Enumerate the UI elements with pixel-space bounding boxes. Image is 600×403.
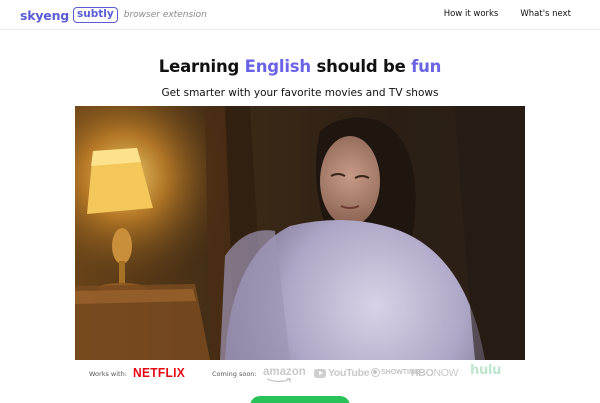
amazon-logo: amazon: [263, 366, 306, 378]
logo-product: subtly: [73, 7, 118, 23]
hero-title-start: Learning: [158, 57, 245, 76]
amazon-smile-icon: [266, 378, 292, 383]
hero-subtitle: Get smarter with your favorite movies an…: [161, 87, 439, 99]
coming-soon-label: Coming soon:: [212, 370, 257, 378]
partners-bar: Works with: NETFLIX Coming soon: amazon …: [0, 363, 600, 384]
install-button[interactable]: [250, 396, 350, 403]
hero-title: Learning English should be fun: [0, 57, 600, 76]
netflix-logo: NETFLIX: [133, 365, 186, 381]
hulu-logo: hulu: [470, 363, 502, 378]
youtube-logo: YouTube: [314, 367, 370, 379]
hero-title-end: fun: [411, 57, 442, 76]
main-nav: How it works What's next: [444, 9, 571, 19]
youtube-wordmark: YouTube: [328, 367, 370, 379]
youtube-play-icon: [314, 368, 326, 378]
video-frame-image: [75, 106, 525, 360]
nav-whats-next[interactable]: What's next: [520, 9, 571, 19]
nav-how-it-works[interactable]: How it works: [444, 9, 499, 19]
showtime-circle-icon: [371, 368, 380, 377]
now-wordmark: NOW: [433, 367, 459, 379]
works-with-label: Works with:: [89, 370, 127, 378]
hbo-now-logo: HBONOW: [411, 367, 459, 379]
hbo-wordmark: HBO: [411, 367, 434, 379]
hero-title-middle: should be: [310, 57, 412, 76]
demo-video[interactable]: [75, 106, 525, 360]
logo-tagline: browser extension: [123, 10, 207, 20]
skyeng-subtly-logo[interactable]: skyeng subtly browser extension: [20, 6, 207, 24]
logo-brand: skyeng: [20, 7, 70, 23]
hero-title-accent: English: [244, 57, 312, 76]
top-bar: skyeng subtly browser extension How it w…: [0, 0, 600, 30]
